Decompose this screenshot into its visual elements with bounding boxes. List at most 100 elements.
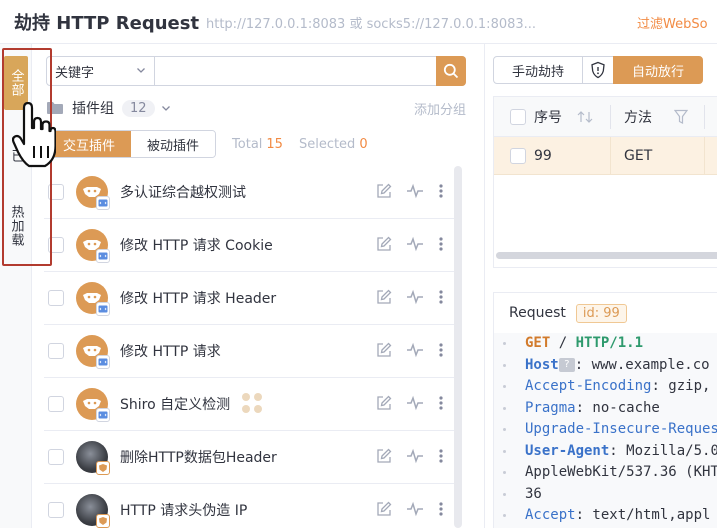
more-icon[interactable] (438, 289, 444, 305)
list-item[interactable]: 多认证综合越权测试 (44, 166, 456, 219)
column-header[interactable]: 方法 (624, 97, 652, 137)
activity-icon[interactable] (406, 501, 424, 517)
header-value: : www.example.co (574, 356, 710, 373)
search-input[interactable] (155, 57, 436, 85)
filter-icon[interactable] (674, 109, 688, 125)
row-id: 99 (534, 148, 552, 164)
activity-icon[interactable] (406, 448, 424, 464)
plugin-panel: 关键字 插件组 12 添加分组 交互插件 被动插件 Total 15 Select… (34, 44, 470, 528)
plugin-checkbox[interactable] (48, 502, 64, 518)
plugin-actions (376, 501, 444, 517)
tab-interactive-plugins[interactable]: 交互插件 (47, 131, 132, 157)
search-icon (443, 63, 459, 79)
more-icon[interactable] (438, 236, 444, 252)
tab-hot-reload[interactable]: 热加载 (4, 194, 28, 258)
activity-icon[interactable] (406, 289, 424, 305)
header-line: Host?: www.example.co (525, 355, 717, 377)
plugin-checkbox[interactable] (48, 184, 64, 200)
list-item[interactable]: 修改 HTTP 请求 Cookie (44, 219, 456, 272)
header-line: Accept: text/html,appl (525, 505, 717, 527)
request-line: GET / HTTP/1.1 (525, 333, 717, 355)
edit-icon[interactable] (376, 342, 392, 358)
plugin-type-switch: 交互插件 被动插件 (46, 130, 217, 158)
user-avatar (76, 494, 110, 528)
more-icon[interactable] (438, 448, 444, 464)
hijack-panel: 手动劫持 自动放行 序号 方法 99 GET Request id: 99 GE… (484, 44, 717, 528)
header-line: AppleWebKit/537.36 (KHT (525, 462, 717, 484)
list-item[interactable]: 删除HTTP数据包Header (44, 431, 456, 484)
add-group-button[interactable]: 添加分组 (414, 99, 466, 118)
activity-icon[interactable] (406, 183, 424, 199)
header-value: : no-cache (575, 399, 660, 416)
more-icon[interactable] (438, 395, 444, 411)
request-text: GET / HTTP/1.1 Host?: www.example.co Accep… (525, 333, 717, 527)
tab-passive-plugins[interactable]: 被动插件 (131, 131, 216, 157)
search-button[interactable] (436, 56, 466, 86)
request-header: Request id: 99 (494, 293, 717, 333)
edit-icon[interactable] (376, 236, 392, 252)
loading-spinner-icon (242, 393, 264, 415)
auto-release-button[interactable]: 自动放行 (613, 56, 704, 84)
http-method: GET (525, 335, 551, 351)
list-item[interactable]: 修改 HTTP 请求 (44, 325, 456, 378)
column-divider (610, 105, 611, 129)
header-line: Accept-Encoding: gzip, (525, 376, 717, 398)
manual-hijack-button[interactable]: 手动劫持 (493, 56, 584, 84)
plugin-actions (376, 236, 444, 252)
plugin-actions (376, 395, 444, 411)
list-item[interactable]: 修改 HTTP 请求 Header (44, 272, 456, 325)
header-key: Accept (525, 507, 576, 523)
websocket-filter-link[interactable]: 过滤WebSo (637, 13, 708, 32)
activity-icon[interactable] (406, 236, 424, 252)
plugin-checkbox[interactable] (48, 237, 64, 253)
header-key: Upgrade-Insecure-Reques (525, 421, 717, 437)
plugin-name: 修改 HTTP 请求 Cookie (120, 238, 273, 254)
plugin-checkbox[interactable] (48, 343, 64, 359)
page-title: 劫持 HTTP Request (14, 13, 200, 34)
table-scrollbar[interactable] (496, 252, 717, 259)
request-title: Request (509, 305, 566, 321)
search-mode-label: 关键字 (55, 65, 95, 81)
chevron-down-icon[interactable] (161, 103, 171, 113)
plugin-list: 多认证综合越权测试 修改 HTTP 请求 Cookie 修改 HTTP 请求 H… (44, 166, 458, 528)
more-icon[interactable] (438, 183, 444, 199)
activity-icon[interactable] (406, 395, 424, 411)
edit-icon[interactable] (376, 183, 392, 199)
header-key: Host (525, 356, 559, 373)
help-icon[interactable]: ? (558, 357, 575, 372)
request-editor[interactable]: GET / HTTP/1.1 Host?: www.example.co Accep… (494, 333, 717, 528)
sort-icon[interactable] (576, 110, 596, 124)
shield-icon[interactable] (583, 56, 614, 84)
header-line: User-Agent: Mozilla/5.0 (525, 441, 717, 463)
selected-count: 0 (359, 136, 368, 152)
app-window: 劫持 HTTP Request http://127.0.0.1:8083 或 … (0, 0, 717, 528)
table-row[interactable]: 99 GET (494, 137, 717, 175)
edit-icon[interactable] (376, 448, 392, 464)
select-all-checkbox[interactable] (510, 109, 526, 125)
header-line: Pragma: no-cache (525, 398, 717, 420)
activity-icon[interactable] (406, 342, 424, 358)
search-mode-select[interactable]: 关键字 (47, 57, 155, 85)
header-key: Pragma (525, 399, 576, 416)
plugin-list-scrollbar[interactable] (454, 166, 462, 528)
edit-icon[interactable] (376, 289, 392, 305)
plugin-group-select[interactable]: 插件组 (72, 98, 114, 118)
column-header[interactable]: 序号 (534, 97, 562, 137)
edit-icon[interactable] (376, 395, 392, 411)
shield-badge-icon (96, 514, 110, 528)
http-version: HTTP/1.1 (575, 335, 644, 351)
plugin-checkbox[interactable] (48, 290, 64, 306)
more-icon[interactable] (438, 342, 444, 358)
plugin-checkbox[interactable] (48, 449, 64, 465)
list-item[interactable]: HTTP 请求头伪造 IP (44, 484, 456, 528)
edit-icon[interactable] (376, 501, 392, 517)
list-item[interactable]: Shiro 自定义检测 (44, 378, 456, 431)
header-line: 36 (525, 484, 717, 506)
code-icon (96, 196, 110, 210)
plugin-avatar (76, 282, 110, 316)
row-checkbox[interactable] (510, 148, 526, 164)
code-icon (96, 355, 110, 369)
plugin-checkbox[interactable] (48, 396, 64, 412)
plugin-search: 关键字 (46, 56, 466, 86)
more-icon[interactable] (438, 501, 444, 517)
